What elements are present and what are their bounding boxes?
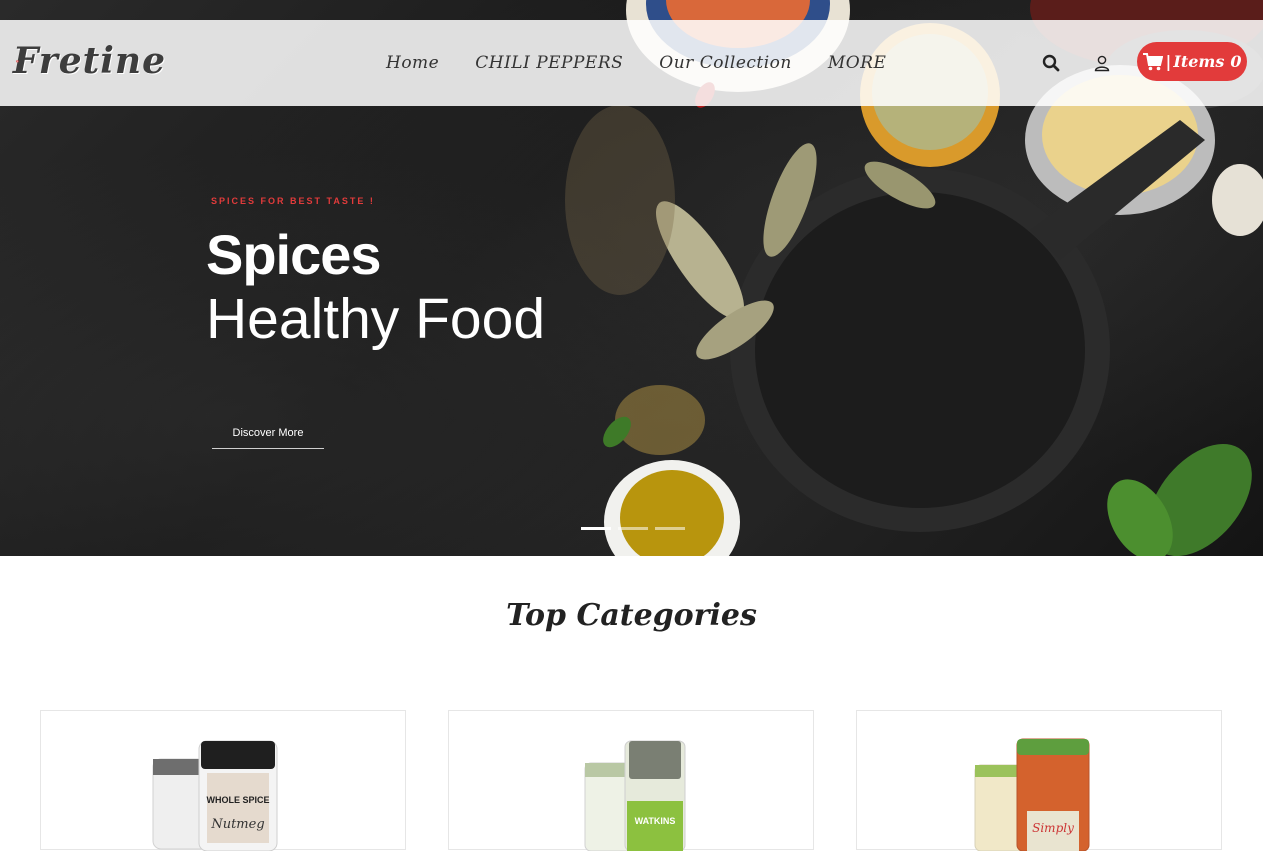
jar-label-brand: Simply — [1032, 821, 1074, 835]
main-nav: Home CHILI PEPPERS Our Collection MORE — [368, 20, 904, 106]
jar-label-product: Nutmeg — [210, 817, 264, 832]
nav-our-collection[interactable]: Our Collection — [659, 53, 792, 73]
nav-more[interactable]: MORE — [828, 53, 887, 73]
spice-jar-image: WHOLE SPICE Nutmeg — [152, 740, 278, 851]
account-button[interactable] — [1090, 51, 1114, 75]
slider-dot-2[interactable] — [618, 527, 648, 530]
hero-subtitle: Healthy Food — [206, 287, 546, 351]
slider-pagination — [581, 527, 692, 530]
nav-home[interactable]: Home — [386, 53, 439, 73]
hero-title: Spices — [206, 223, 382, 286]
cart-icon — [1142, 52, 1163, 70]
user-icon — [1094, 55, 1110, 72]
site-header: Fretine Home CHILI PEPPERS Our Collectio… — [0, 20, 1263, 106]
jar-label-brand: WATKINS — [635, 816, 676, 826]
category-card-2[interactable]: WATKINS — [448, 710, 814, 851]
hero-tagline: SPICES FOR BEST TASTE ! — [211, 196, 375, 206]
discover-more-button[interactable]: Discover More — [212, 417, 324, 449]
brand-logo[interactable]: Fretine — [12, 32, 166, 90]
spice-jar-image: WATKINS — [584, 740, 686, 851]
cart-button[interactable]: | Items 0 — [1137, 42, 1247, 81]
brand-name: Fretine — [12, 40, 166, 82]
section-title: Top Categories — [506, 598, 757, 633]
slider-dot-3[interactable] — [655, 527, 685, 530]
slider-dot-1[interactable] — [581, 527, 611, 530]
cart-count: 0 — [1230, 52, 1242, 71]
category-card-3[interactable]: Simply — [856, 710, 1222, 851]
search-icon — [1042, 54, 1060, 72]
category-card-1[interactable]: WHOLE SPICE Nutmeg — [40, 710, 406, 851]
spice-jar-image: Simply — [974, 738, 1090, 851]
apple-logo-icon — [16, 59, 19, 63]
jar-label-brand: WHOLE SPICE — [206, 795, 269, 805]
cart-separator: | — [1165, 52, 1172, 71]
cart-label: Items — [1173, 52, 1225, 71]
nav-chili-peppers[interactable]: CHILI PEPPERS — [475, 53, 623, 73]
search-button[interactable] — [1039, 51, 1063, 75]
